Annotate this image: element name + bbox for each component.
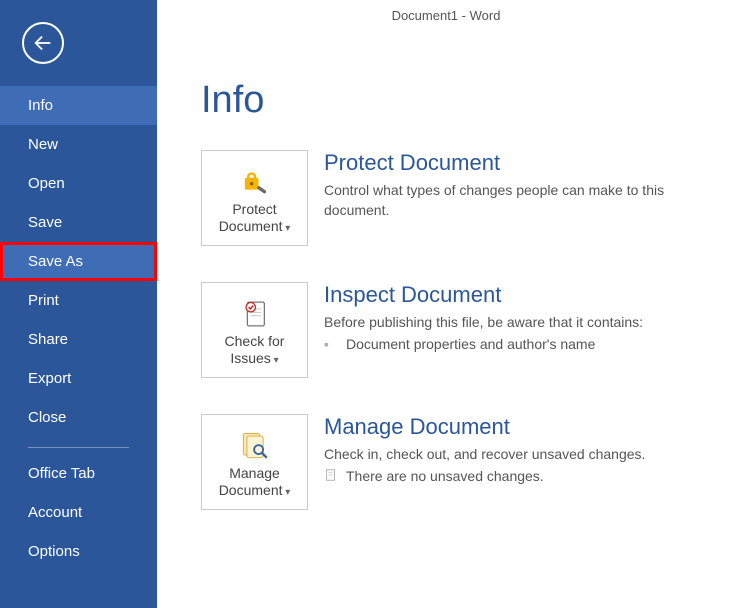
sidebar-item-account[interactable]: Account bbox=[0, 493, 157, 532]
sidebar-item-office-tab[interactable]: Office Tab bbox=[0, 454, 157, 493]
sidebar-item-share[interactable]: Share bbox=[0, 320, 157, 359]
sidebar-item-save-as[interactable]: Save As bbox=[0, 242, 157, 281]
sidebar-item-options[interactable]: Options bbox=[0, 532, 157, 571]
manage-document-button[interactable]: ManageDocument ▾ bbox=[201, 414, 308, 510]
sidebar-item-label: New bbox=[28, 136, 58, 153]
tile-label: Manage bbox=[229, 465, 280, 481]
back-button[interactable] bbox=[22, 22, 64, 64]
inspect-document-desc: Before publishing this file, be aware th… bbox=[324, 312, 643, 332]
inspect-document-title: Inspect Document bbox=[324, 282, 643, 308]
sidebar-item-label: Share bbox=[28, 331, 68, 348]
protect-document-desc: Control what types of changes people can… bbox=[324, 180, 704, 221]
chevron-down-icon: ▾ bbox=[271, 355, 279, 366]
sidebar-item-label: Info bbox=[28, 97, 53, 114]
tile-label: Document bbox=[219, 218, 283, 234]
window-title: Document1 - Word bbox=[157, 0, 735, 23]
sidebar-item-label: Print bbox=[28, 292, 59, 309]
sidebar-item-label: Office Tab bbox=[28, 465, 95, 482]
sidebar-item-export[interactable]: Export bbox=[0, 359, 157, 398]
tile-label: Issues bbox=[230, 350, 270, 366]
backstage-sidebar: Info New Open Save Save As Print Share E… bbox=[0, 0, 157, 608]
arrow-left-icon bbox=[32, 32, 54, 54]
document-icon bbox=[324, 468, 346, 485]
sidebar-item-label: Open bbox=[28, 175, 65, 192]
bullet-icon: ▪ bbox=[324, 336, 346, 352]
manage-document-desc: Check in, check out, and recover unsaved… bbox=[324, 444, 645, 464]
sidebar-item-label: Save bbox=[28, 214, 62, 231]
inspect-document-section: Check forIssues ▾ Inspect Document Befor… bbox=[201, 282, 735, 378]
main-panel: Document1 - Word Info ProtectDocument ▾ … bbox=[157, 0, 735, 608]
sidebar-item-new[interactable]: New bbox=[0, 125, 157, 164]
sidebar-item-open[interactable]: Open bbox=[0, 164, 157, 203]
sidebar-item-save[interactable]: Save bbox=[0, 203, 157, 242]
sidebar-separator bbox=[28, 447, 129, 448]
document-check-icon bbox=[238, 296, 272, 332]
sidebar-item-label: Account bbox=[28, 504, 82, 521]
chevron-down-icon: ▾ bbox=[283, 223, 291, 234]
sidebar-item-label: Save As bbox=[28, 253, 83, 270]
sidebar-item-info[interactable]: Info bbox=[0, 86, 157, 125]
tile-label: Protect bbox=[232, 201, 276, 217]
check-for-issues-button[interactable]: Check forIssues ▾ bbox=[201, 282, 308, 378]
sidebar-item-label: Close bbox=[28, 409, 66, 426]
page-title: Info bbox=[201, 79, 735, 122]
tile-label: Check for bbox=[225, 333, 285, 349]
lock-key-icon bbox=[238, 165, 272, 199]
sidebar-item-label: Export bbox=[28, 370, 71, 387]
protect-document-title: Protect Document bbox=[324, 150, 704, 176]
protect-document-button[interactable]: ProtectDocument ▾ bbox=[201, 150, 308, 246]
manage-bullet: There are no unsaved changes. bbox=[346, 468, 544, 484]
sidebar-item-label: Options bbox=[28, 543, 80, 560]
manage-document-title: Manage Document bbox=[324, 414, 645, 440]
sidebar-item-print[interactable]: Print bbox=[0, 281, 157, 320]
protect-document-section: ProtectDocument ▾ Protect Document Contr… bbox=[201, 150, 735, 246]
manage-document-section: ManageDocument ▾ Manage Document Check i… bbox=[201, 414, 735, 510]
chevron-down-icon: ▾ bbox=[283, 487, 291, 498]
tile-label: Document bbox=[219, 482, 283, 498]
documents-magnify-icon bbox=[237, 428, 273, 464]
inspect-bullet: Document properties and author's name bbox=[346, 336, 595, 352]
sidebar-item-close[interactable]: Close bbox=[0, 398, 157, 437]
